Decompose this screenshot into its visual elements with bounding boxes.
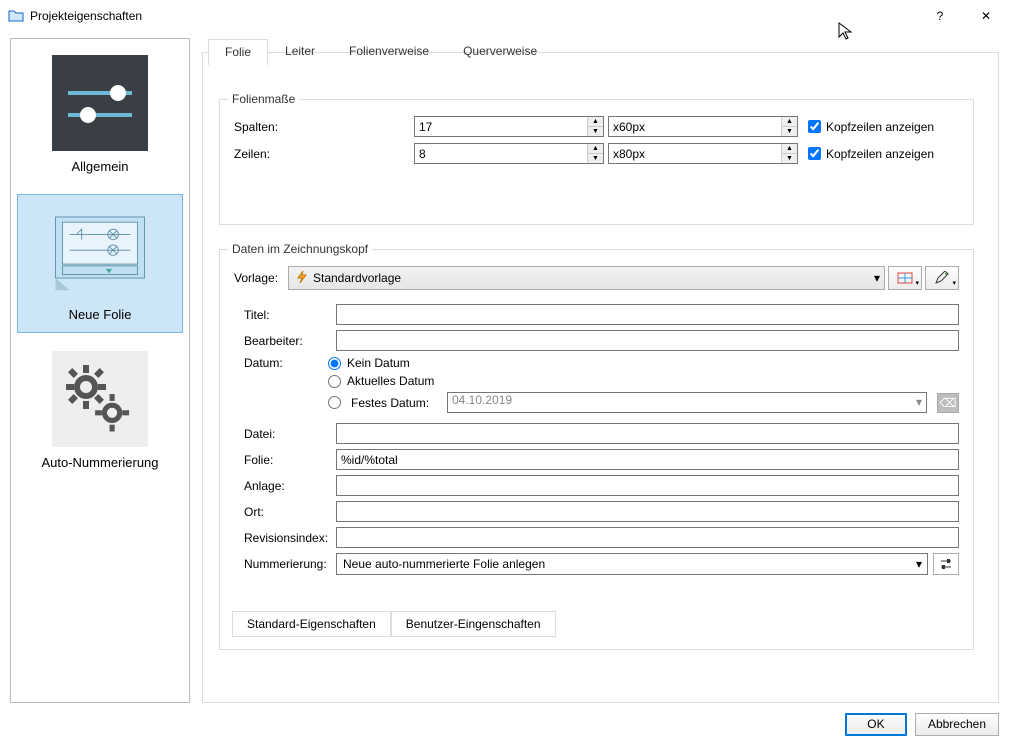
dialog-body: Allgemein Neue Folie — [10, 38, 999, 703]
tab-querverweise[interactable]: Querverweise — [446, 38, 554, 64]
table-icon — [897, 271, 913, 285]
nummerierung-config-button[interactable] — [933, 553, 959, 575]
help-button[interactable]: ? — [917, 0, 963, 32]
datei-label: Datei: — [244, 427, 336, 441]
tab-folienverweise[interactable]: Folienverweise — [332, 38, 446, 64]
spalten-label: Spalten: — [234, 120, 414, 134]
spinner-arrows[interactable]: ▲▼ — [587, 144, 603, 163]
content-frame: Folienmaße Spalten: ▲▼ ▲▼ — [202, 52, 999, 703]
window-title: Projekteigenschaften — [30, 9, 917, 23]
bearbeiter-input[interactable] — [336, 330, 959, 351]
datei-input[interactable] — [336, 423, 959, 444]
gears-icon — [52, 351, 148, 447]
ort-label: Ort: — [244, 505, 336, 519]
content-panel: Folie Leiter Folienverweise Querverweise… — [202, 38, 999, 703]
vorlage-select[interactable]: Standardvorlage ▾ — [288, 266, 885, 290]
ok-button[interactable]: OK — [845, 713, 907, 736]
zeilen-px-spinner[interactable]: ▲▼ — [608, 143, 798, 164]
tabstrip: Folie Leiter Folienverweise Querverweise — [208, 38, 554, 64]
app-icon — [8, 8, 24, 24]
close-button[interactable]: ✕ — [963, 0, 1009, 32]
clear-date-button[interactable]: ⌫ — [937, 393, 959, 413]
spinner-arrows[interactable]: ▲▼ — [781, 117, 797, 136]
ort-input[interactable] — [336, 501, 959, 522]
pencil-icon — [934, 271, 950, 285]
kopfzeilen-checkbox-1[interactable]: Kopfzeilen anzeigen — [808, 120, 934, 134]
subtab-custom[interactable]: Benutzer-Eingenschaften — [391, 611, 556, 637]
spinner-arrows[interactable]: ▲▼ — [587, 117, 603, 136]
schematic-icon — [52, 203, 148, 299]
subtab-standard[interactable]: Standard-Eigenschaften — [232, 611, 391, 637]
chevron-down-icon: ▾ — [952, 279, 956, 287]
sidebar-label: Neue Folie — [69, 307, 132, 322]
cancel-button[interactable]: Abbrechen — [915, 713, 999, 736]
spalten-px-spinner[interactable]: ▲▼ — [608, 116, 798, 137]
vorlage-label: Vorlage: — [234, 271, 288, 285]
tab-leiter[interactable]: Leiter — [268, 38, 332, 64]
sliders-icon — [52, 55, 148, 151]
bearbeiter-label: Bearbeiter: — [244, 334, 336, 348]
template-manage-button[interactable]: ▾ — [888, 266, 922, 290]
kopfzeilen-check[interactable] — [808, 120, 821, 133]
revision-input[interactable] — [336, 527, 959, 548]
anlage-label: Anlage: — [244, 479, 336, 493]
folie-label: Folie: — [244, 453, 336, 467]
group-daten: Daten im Zeichnungskopf Vorlage: Standar… — [219, 249, 974, 650]
revision-label: Revisionsindex: — [244, 531, 336, 545]
titlebar: Projekteigenschaften ? ✕ — [0, 0, 1009, 32]
edit-template-button[interactable]: ▾ — [925, 266, 959, 290]
nummerierung-label: Nummerierung: — [244, 557, 336, 571]
festes-datum-input[interactable]: 04.10.2019 ▾ — [447, 392, 927, 413]
subtabs: Standard-Eigenschaften Benutzer-Eingensc… — [232, 611, 556, 637]
footer: OK Abbrechen — [0, 703, 1009, 745]
zeilen-px-input[interactable] — [608, 143, 798, 164]
group-legend: Daten im Zeichnungskopf — [228, 242, 372, 256]
titel-input[interactable] — [336, 304, 959, 325]
zeilen-label: Zeilen: — [234, 147, 414, 161]
sidebar-item-new-slide[interactable]: Neue Folie — [17, 194, 183, 333]
titel-label: Titel: — [244, 308, 336, 322]
group-legend: Folienmaße — [228, 92, 299, 106]
chevron-down-icon: ▾ — [916, 395, 922, 409]
chevron-down-icon: ▾ — [874, 271, 880, 285]
sidebar-item-auto-numbering[interactable]: Auto-Nummerierung — [17, 343, 183, 480]
datum-label: Datum: — [244, 356, 328, 370]
sidebar-label: Allgemein — [71, 159, 128, 174]
radio-aktuelles-datum[interactable]: Aktuelles Datum — [328, 374, 959, 388]
group-folienmasse: Folienmaße Spalten: ▲▼ ▲▼ — [219, 99, 974, 225]
spinner-arrows[interactable]: ▲▼ — [781, 144, 797, 163]
tab-folie[interactable]: Folie — [208, 39, 268, 65]
spalten-spinner[interactable]: ▲▼ — [414, 116, 604, 137]
radio-kein-datum[interactable]: Kein Datum — [328, 356, 959, 370]
sidebar: Allgemein Neue Folie — [10, 38, 190, 703]
anlage-input[interactable] — [336, 475, 959, 496]
chevron-down-icon: ▾ — [915, 279, 919, 287]
zeilen-input[interactable] — [414, 143, 604, 164]
kopfzeilen-check[interactable] — [808, 147, 821, 160]
kopfzeilen-checkbox-2[interactable]: Kopfzeilen anzeigen — [808, 147, 934, 161]
backspace-icon: ⌫ — [940, 396, 957, 410]
spalten-px-input[interactable] — [608, 116, 798, 137]
spalten-input[interactable] — [414, 116, 604, 137]
lightning-icon — [295, 270, 309, 287]
zeilen-spinner[interactable]: ▲▼ — [414, 143, 604, 164]
nummerierung-select[interactable]: Neue auto-nummerierte Folie anlegen ▾ — [336, 553, 928, 575]
sliders-icon — [939, 557, 953, 571]
sidebar-label: Auto-Nummerierung — [41, 455, 158, 470]
chevron-down-icon: ▾ — [916, 557, 922, 571]
sidebar-item-general[interactable]: Allgemein — [17, 47, 183, 184]
radio-festes-datum[interactable]: Festes Datum: 04.10.2019 ▾ ⌫ — [328, 392, 959, 413]
folie-input[interactable] — [336, 449, 959, 470]
